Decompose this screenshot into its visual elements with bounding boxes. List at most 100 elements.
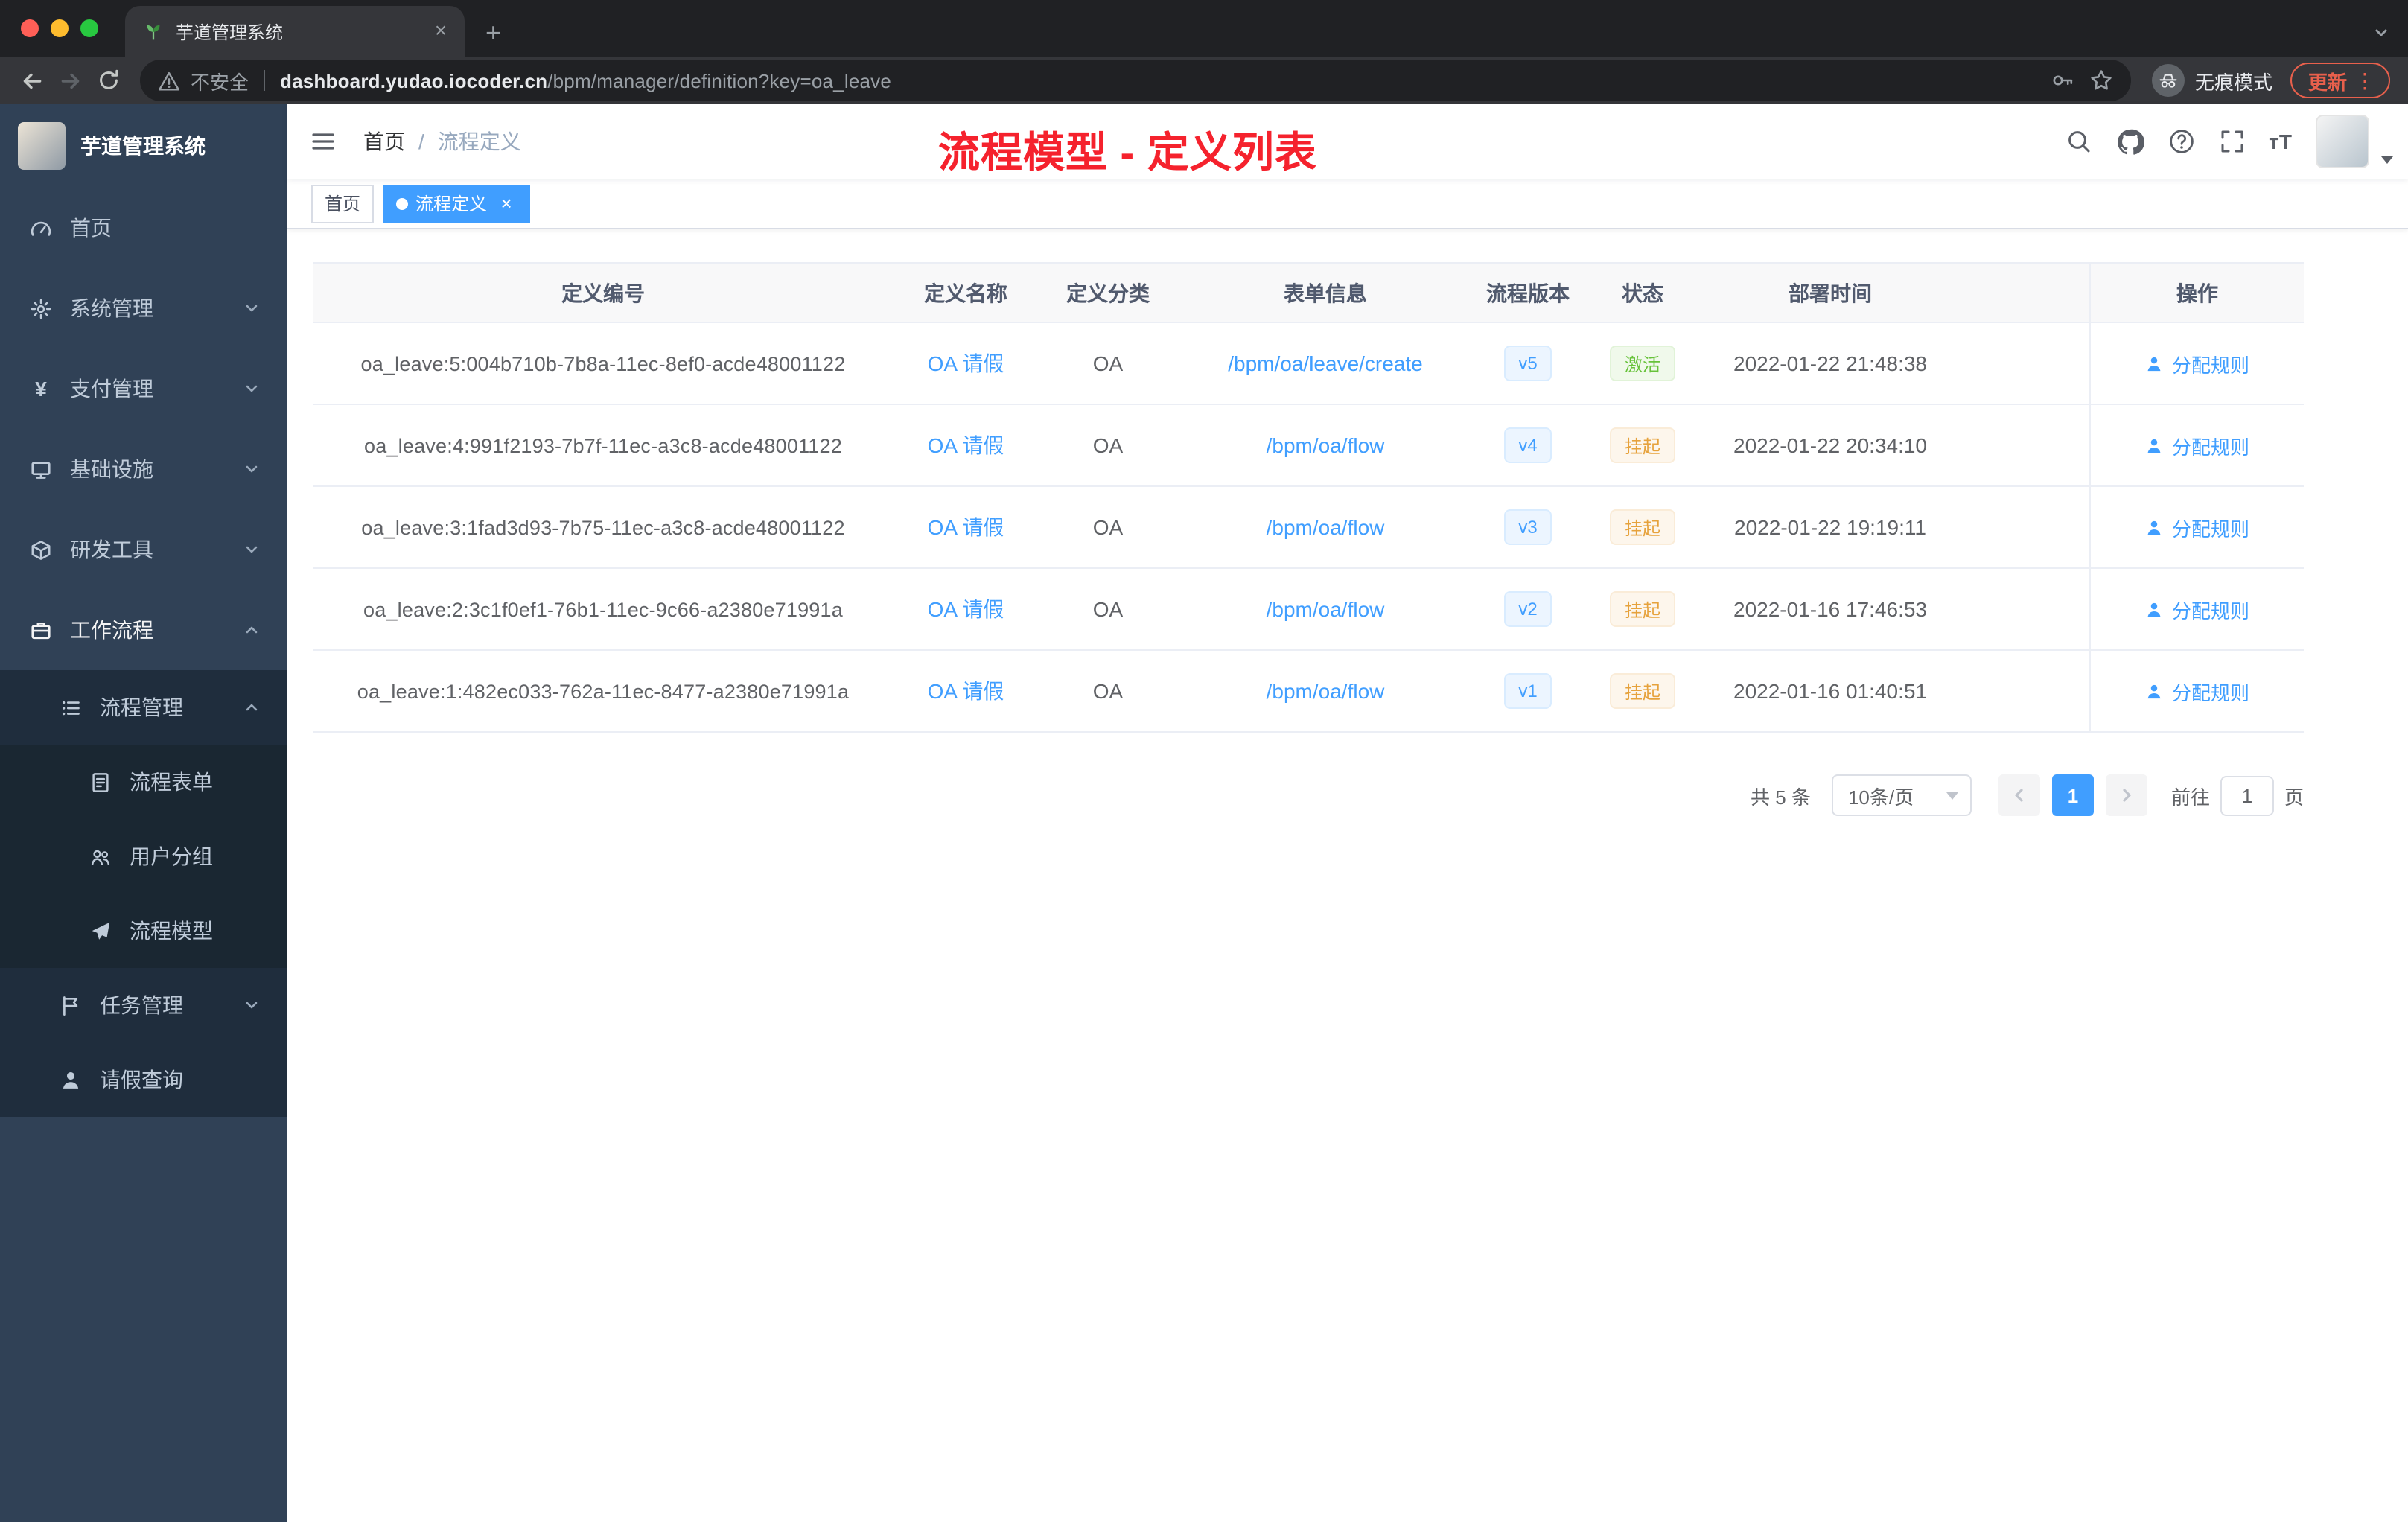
- avatar-caret-icon[interactable]: [2381, 156, 2393, 163]
- window-controls: [0, 0, 125, 57]
- new-tab-button[interactable]: +: [485, 19, 501, 46]
- definition-name-link[interactable]: OA 请假: [928, 594, 1004, 624]
- sidebar-item-workflow[interactable]: 工作流程: [0, 590, 287, 670]
- page-number-button[interactable]: 1: [2051, 774, 2094, 816]
- definition-name-link[interactable]: OA 请假: [928, 676, 1004, 706]
- tag-home[interactable]: 首页: [311, 184, 375, 223]
- filler-cell: [1958, 405, 2089, 487]
- forward-icon[interactable]: [51, 60, 89, 101]
- url-omnibox[interactable]: 不安全 dashboard.yudao.iocoder.cn/bpm/manag…: [140, 60, 2131, 101]
- user-icon: [2145, 354, 2165, 373]
- sidebar-item-process-form[interactable]: 流程表单: [0, 745, 287, 819]
- update-browser-button[interactable]: 更新 ⋮: [2290, 63, 2390, 98]
- status-tag: 挂起: [1609, 591, 1675, 627]
- search-icon[interactable]: [2065, 128, 2092, 155]
- definition-name-link[interactable]: OA 请假: [928, 512, 1004, 542]
- assign-rule-link[interactable]: 分配规则: [2145, 349, 2249, 378]
- sidebar-item-devtools[interactable]: 研发工具: [0, 509, 287, 590]
- breadcrumb-home[interactable]: 首页: [363, 127, 405, 156]
- fullscreen-icon[interactable]: [2218, 128, 2245, 155]
- filler-cell: [1958, 323, 2089, 405]
- security-label[interactable]: 不安全: [191, 66, 249, 95]
- browser-tab[interactable]: 芋道管理系统 ×: [125, 6, 465, 57]
- assign-rule-link[interactable]: 分配规则: [2145, 513, 2249, 541]
- definition-category: OA: [1092, 351, 1124, 375]
- definition-id: oa_leave:1:482ec033-762a-11ec-8477-a2380…: [357, 680, 850, 702]
- active-dot: [396, 197, 409, 209]
- sidebar-item-task-management[interactable]: 任务管理: [0, 968, 287, 1042]
- hamburger-icon[interactable]: [287, 128, 351, 155]
- back-icon[interactable]: [12, 60, 51, 101]
- column-header: 流程版本: [1473, 264, 1583, 323]
- form-link[interactable]: /bpm/oa/leave/create: [1228, 351, 1423, 375]
- main-area: 首页 / 流程定义 流程模型 - 定义列表 тT 首页 流程定义 × 定义编号 …: [287, 104, 2408, 1522]
- definition-id: oa_leave:4:991f2193-7b7f-11ec-a3c8-acde4…: [364, 434, 842, 456]
- deploy-time: 2022-01-22 19:19:11: [1734, 515, 1926, 539]
- form-link[interactable]: /bpm/oa/flow: [1267, 515, 1385, 539]
- user-icon: [2145, 681, 2165, 701]
- font-size-icon[interactable]: тT: [2269, 130, 2292, 153]
- column-header: 部署时间: [1702, 264, 1958, 323]
- sidebar-item-infrastructure[interactable]: 基础设施: [0, 429, 287, 509]
- maximize-window-button[interactable]: [80, 19, 98, 37]
- sidebar-item-home[interactable]: 首页: [0, 188, 287, 268]
- version-tag: v3: [1503, 509, 1552, 545]
- sidebar-item-user-group[interactable]: 用户分组: [0, 819, 287, 894]
- assign-rule-link[interactable]: 分配规则: [2145, 431, 2249, 459]
- help-icon[interactable]: [2167, 128, 2194, 155]
- definition-category: OA: [1092, 679, 1124, 703]
- table-row: oa_leave:3:1fad3d93-7b75-11ec-a3c8-acde4…: [313, 487, 2304, 569]
- breadcrumb: 首页 / 流程定义: [363, 127, 521, 156]
- chevron-up-icon: [243, 698, 261, 716]
- url-path: /bpm/manager/definition?key=oa_leave: [547, 69, 891, 92]
- reload-icon[interactable]: [89, 60, 128, 101]
- user-icon: [2145, 599, 2165, 619]
- filler-cell: [1958, 651, 2089, 733]
- prev-page-button[interactable]: [1998, 774, 2040, 816]
- avatar[interactable]: [2316, 115, 2369, 168]
- status-tag: 挂起: [1609, 673, 1675, 709]
- github-icon[interactable]: [2115, 127, 2144, 156]
- form-link[interactable]: /bpm/oa/flow: [1267, 597, 1385, 621]
- tag-close-icon[interactable]: ×: [496, 193, 517, 214]
- pagination: 共 5 条 10条/页 1 前往 页: [313, 774, 2304, 816]
- tag-process-definition[interactable]: 流程定义 ×: [383, 184, 531, 223]
- tab-search-icon[interactable]: [2372, 24, 2390, 42]
- bookmark-star-icon[interactable]: [2089, 69, 2113, 92]
- page-size-select[interactable]: 10条/页: [1831, 774, 1972, 816]
- version-tag: v1: [1503, 673, 1552, 709]
- tab-title: 芋道管理系统: [176, 22, 284, 42]
- sidebar: 芋道管理系统 首页 系统管理 ¥ 支付管理 基础设施 研发工具 工作流程 流程管…: [0, 104, 287, 1522]
- assign-rule-link[interactable]: 分配规则: [2145, 677, 2249, 705]
- definition-category: OA: [1092, 515, 1124, 539]
- sidebar-item-system[interactable]: 系统管理: [0, 268, 287, 348]
- leave-query-icon: [60, 1069, 82, 1091]
- sidebar-item-process-management[interactable]: 流程管理: [0, 670, 287, 745]
- column-header: 状态: [1583, 264, 1702, 323]
- definition-name-link[interactable]: OA 请假: [928, 430, 1004, 460]
- form-link[interactable]: /bpm/oa/flow: [1267, 433, 1385, 457]
- warning-icon: [158, 69, 180, 92]
- sidebar-logo[interactable]: 芋道管理系统: [0, 104, 287, 188]
- sidebar-item-leave-query[interactable]: 请假查询: [0, 1042, 287, 1117]
- key-icon[interactable]: [2051, 69, 2074, 92]
- app-root: 芋道管理系统 首页 系统管理 ¥ 支付管理 基础设施 研发工具 工作流程 流程管…: [0, 104, 2408, 1522]
- minimize-window-button[interactable]: [51, 19, 69, 37]
- sidebar-menu: 首页 系统管理 ¥ 支付管理 基础设施 研发工具 工作流程 流程管理 流程表单 …: [0, 188, 287, 1522]
- sidebar-item-process-model[interactable]: 流程模型: [0, 894, 287, 968]
- sidebar-item-payment[interactable]: ¥ 支付管理: [0, 348, 287, 429]
- definition-name-link[interactable]: OA 请假: [928, 348, 1004, 378]
- annotation-title: 流程模型 - 定义列表: [938, 130, 1317, 176]
- tab-close-icon[interactable]: ×: [429, 19, 453, 43]
- definition-category: OA: [1092, 597, 1124, 621]
- deploy-time: 2022-01-16 17:46:53: [1733, 597, 1927, 621]
- goto-page-input[interactable]: [2220, 775, 2274, 815]
- form-link[interactable]: /bpm/oa/flow: [1267, 679, 1385, 703]
- yen-icon: ¥: [35, 377, 47, 401]
- close-window-button[interactable]: [21, 19, 39, 37]
- next-page-button[interactable]: [2105, 774, 2147, 816]
- column-header: 定义分类: [1038, 264, 1178, 323]
- assign-rule-link[interactable]: 分配规则: [2145, 595, 2249, 623]
- browser-menu-icon[interactable]: ⋮: [2347, 68, 2383, 93]
- version-tag: v2: [1503, 591, 1552, 627]
